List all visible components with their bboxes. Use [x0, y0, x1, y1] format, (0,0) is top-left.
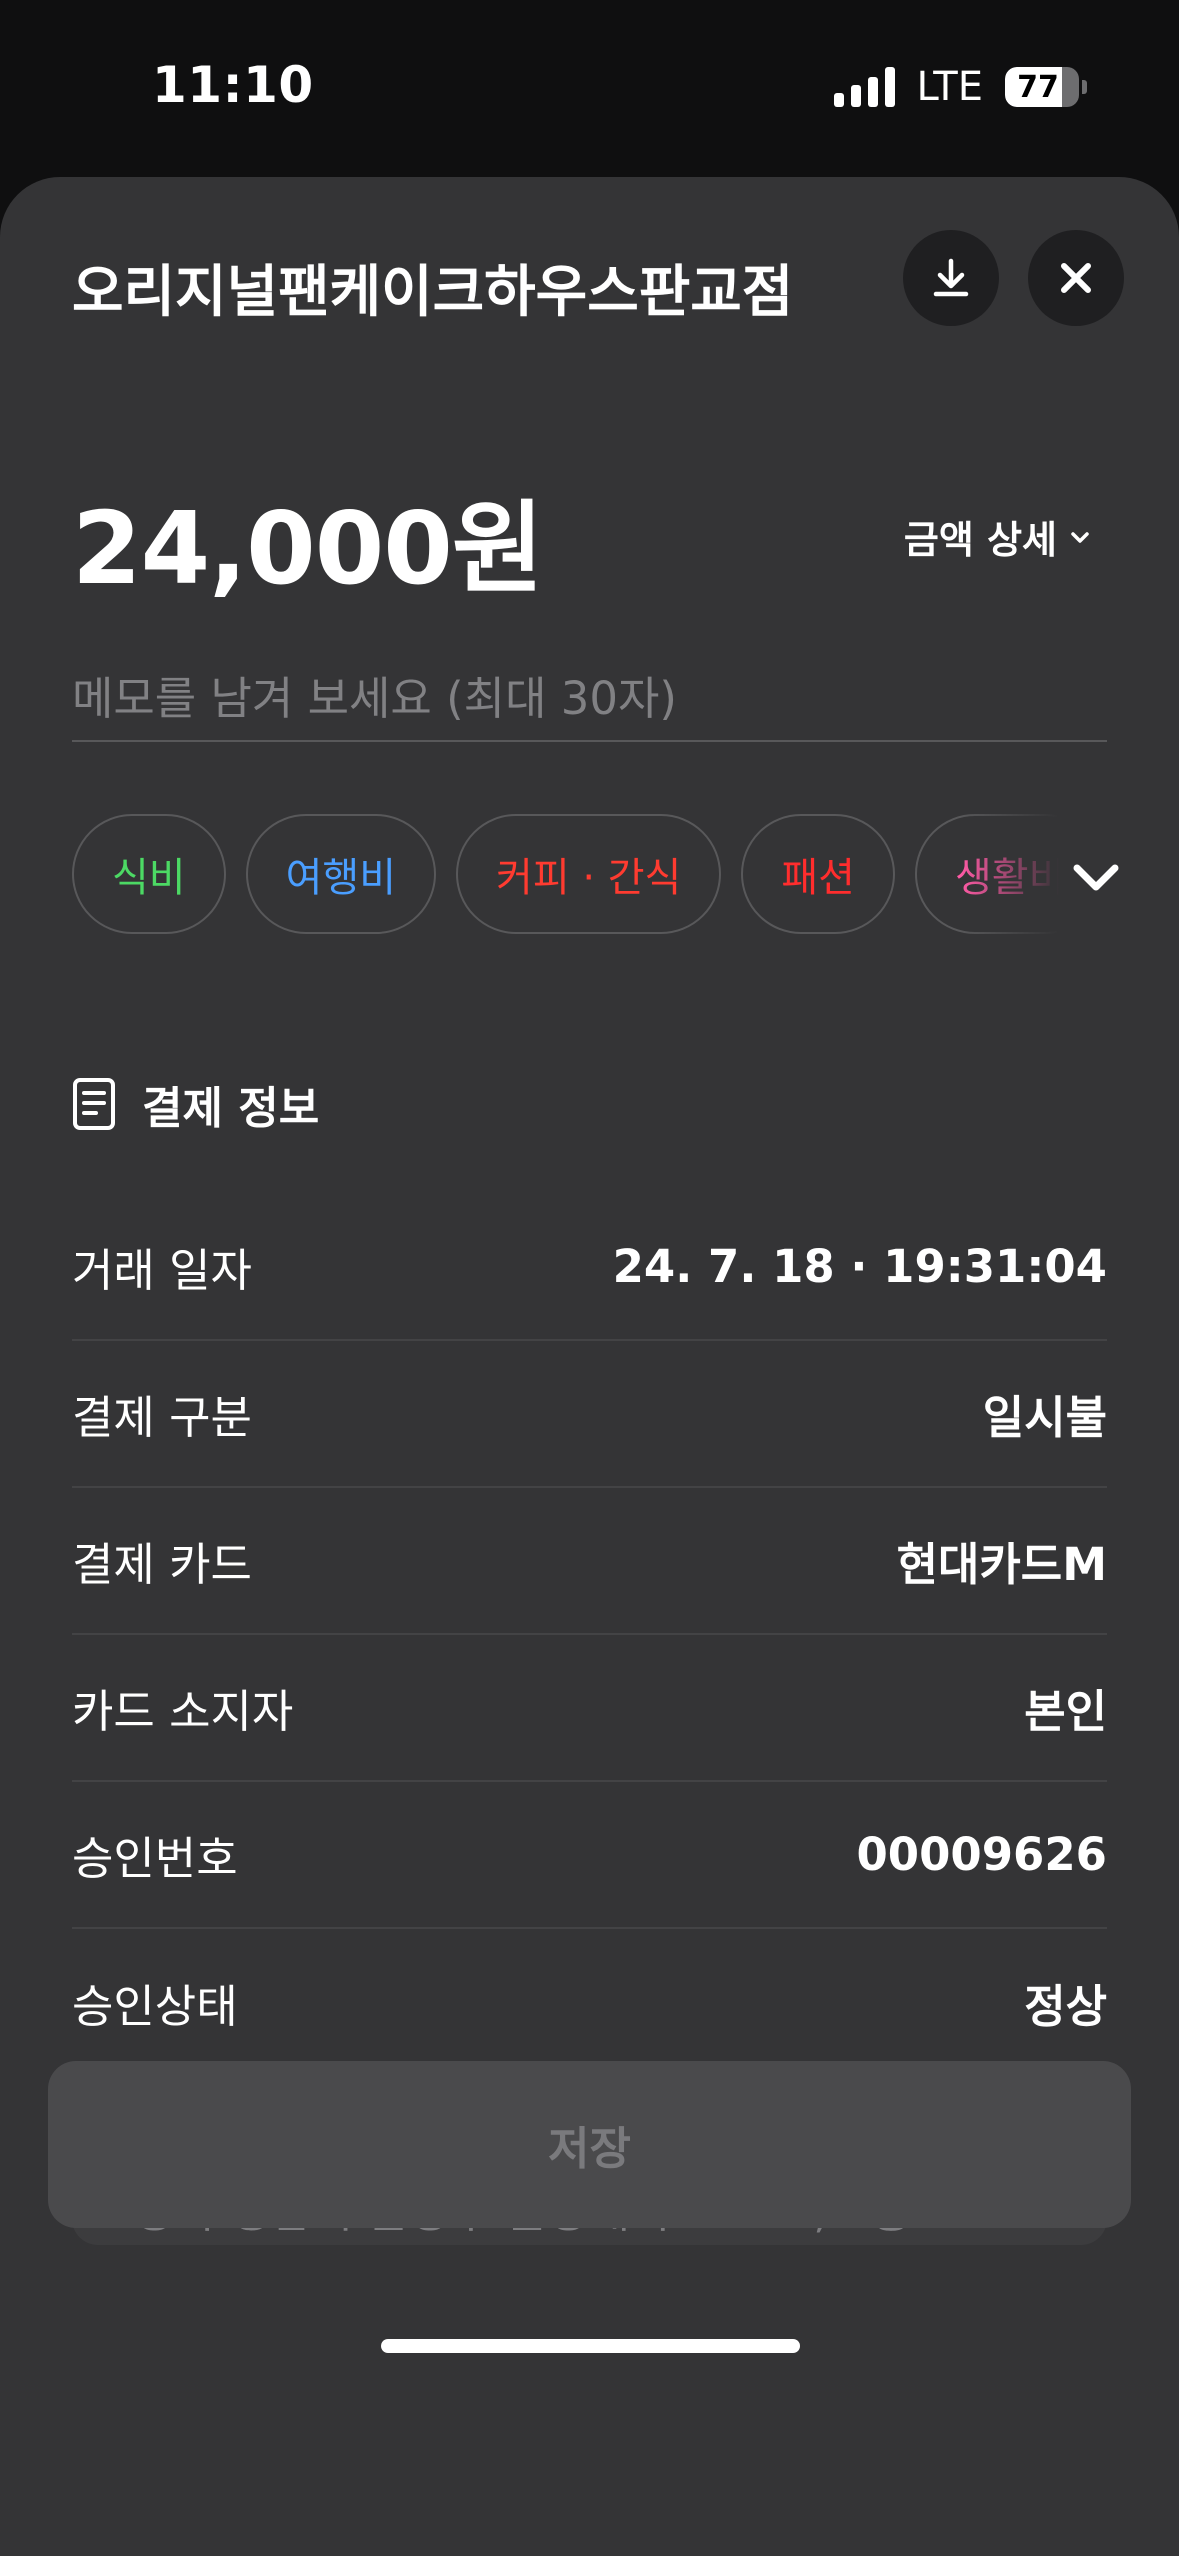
- info-label: 결제 카드: [72, 1538, 252, 1591]
- info-row: 결제 카드 현대카드M: [72, 1488, 1107, 1635]
- chevron-down-icon: [1073, 864, 1119, 891]
- battery-level: 77: [1017, 69, 1059, 105]
- info-value: 일시불: [982, 1391, 1107, 1444]
- info-value: 본인: [1024, 1685, 1107, 1738]
- payment-info-list: 거래 일자 24. 7. 18 · 19:31:04 결제 구분 일시불결제 카드 현대…: [72, 1194, 1107, 2076]
- info-value: 현대카드M: [896, 1538, 1107, 1591]
- info-row: 승인상태 정상: [72, 1929, 1107, 2076]
- category-chip[interactable]: 식비: [72, 814, 226, 934]
- info-value: 24. 7. 18 · 19:31:04: [612, 1240, 1107, 1293]
- close-button[interactable]: [1028, 230, 1124, 326]
- home-indicator: [381, 2339, 800, 2353]
- amount-detail-button[interactable]: 금액 상세: [904, 509, 1093, 564]
- battery-icon: 77: [1005, 67, 1087, 107]
- info-label: 결제 구분: [72, 1391, 252, 1444]
- status-time: 11:10: [152, 56, 314, 114]
- category-chip[interactable]: 패션: [741, 814, 895, 934]
- amount-detail-label: 금액 상세: [903, 518, 1057, 562]
- info-value: 정상: [1024, 1980, 1107, 2033]
- info-row: 결제 구분 일시불: [72, 1341, 1107, 1488]
- amount-value: 24,000원: [72, 490, 544, 607]
- info-value: 00009626: [856, 1828, 1108, 1881]
- save-button[interactable]: 저장: [48, 2061, 1131, 2228]
- network-type: LTE: [916, 64, 983, 110]
- download-button[interactable]: [903, 230, 999, 326]
- info-label: 승인상태: [72, 1980, 238, 2033]
- chevron-down-icon: [1071, 531, 1089, 543]
- info-label: 카드 소지자: [72, 1685, 294, 1738]
- info-label: 거래 일자: [72, 1244, 252, 1297]
- screen: 11:10 LTE 77 오리지널팬케이크하우스판교점 24,000원 금액 상…: [0, 0, 1179, 2556]
- merchant-title: 오리지널팬케이크하우스판교점: [72, 260, 794, 325]
- info-row: 카드 소지자 본인: [72, 1635, 1107, 1782]
- status-indicators: LTE 77: [833, 64, 1087, 110]
- download-icon: [933, 258, 969, 297]
- memo-input[interactable]: [72, 657, 1107, 742]
- category-chip[interactable]: 여행비: [245, 814, 437, 934]
- receipt-icon: [73, 1078, 115, 1130]
- category-chip[interactable]: 커피 · 간식: [456, 814, 722, 934]
- category-chip-list: 식비여행비커피 · 간식패션생활비: [72, 814, 1107, 934]
- payment-info-header: 결제 정보: [72, 1072, 319, 1136]
- info-row: 승인번호 00009626: [72, 1782, 1107, 1929]
- info-label: 승인번호: [72, 1832, 238, 1885]
- close-icon: [1061, 263, 1091, 293]
- category-expand-button[interactable]: [1068, 849, 1124, 905]
- section-title: 결제 정보: [142, 1083, 320, 1134]
- info-row: 거래 일자 24. 7. 18 · 19:31:04: [72, 1194, 1107, 1341]
- signal-icon: [833, 67, 895, 107]
